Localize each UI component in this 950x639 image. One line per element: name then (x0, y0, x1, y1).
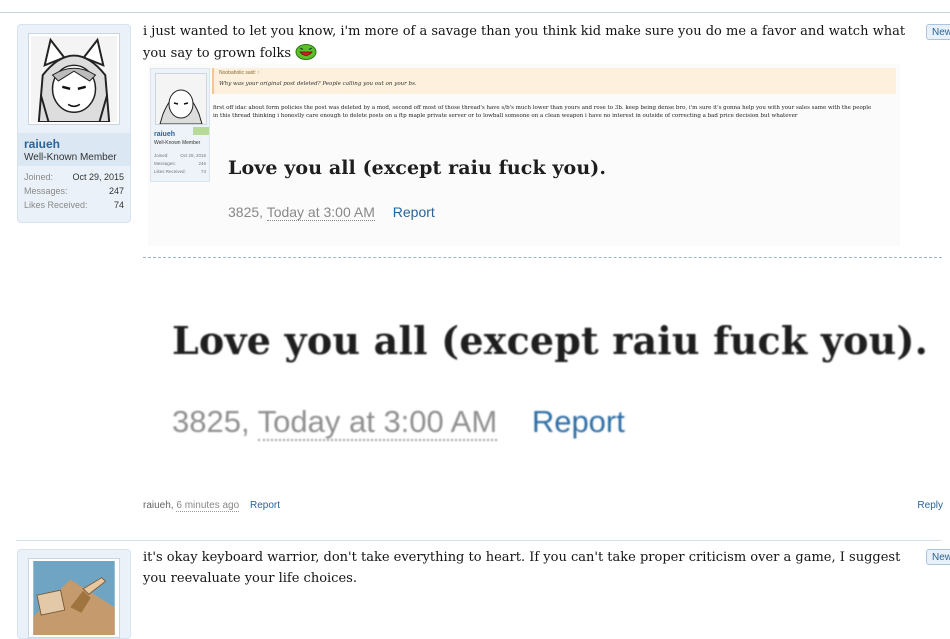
quote-author: Noobaholic said: ↑ (219, 70, 260, 76)
quote-text: Why was your original post deleted? Peop… (219, 81, 417, 87)
post-divider (16, 540, 941, 541)
embedded-headline: Love you all (except raiu fuck you). (228, 157, 607, 179)
zoomed-meta-time: Today at 3:00 AM (257, 404, 498, 441)
new-badge: New (926, 549, 950, 565)
embedded-stat: Joined: Oct 29, 2015 (154, 153, 206, 158)
zoomed-meta-id: 3825, (172, 404, 250, 439)
stat-joined: Joined: Oct 29, 2015 (24, 170, 124, 184)
report-link[interactable]: Report (250, 500, 280, 511)
user-title: Well-Known Member (24, 152, 117, 163)
embedded-stat-value: 246 (198, 161, 206, 166)
user-avatar[interactable] (28, 33, 120, 125)
avatar-anime-girl-icon (156, 74, 206, 125)
embedded-meta-id: 3825, (228, 204, 264, 220)
embedded-screenshot: raiueh Well-Known Member Joined: Oct 29, … (148, 64, 900, 246)
embedded-stat: Likes Received: 74 (154, 169, 206, 174)
embedded-body-text: first off idac about form policies the p… (213, 105, 872, 119)
embedded-quote: Noobaholic said: ↑ Why was your original… (212, 68, 896, 94)
embedded-stat: Messages: 246 (154, 161, 206, 166)
username-block: raiueh Well-Known Member (18, 133, 130, 166)
new-badge: New (926, 24, 950, 40)
footer-author-link[interactable]: raiueh, (143, 500, 174, 511)
stat-label: Messages: (24, 186, 68, 196)
stat-value: 74 (113, 200, 124, 210)
zoomed-report-link: Report (531, 404, 625, 439)
embedded-meta-time: Today at 3:00 AM (266, 204, 375, 221)
embedded-avatar (155, 73, 207, 125)
embedded-meta: 3825, Today at 3:00 AM Report (228, 204, 435, 221)
dashed-divider (143, 257, 942, 258)
stat-label: Likes Received: (24, 200, 88, 210)
post-message: it's okay keyboard warrior, don't take e… (143, 547, 923, 589)
green-laughing-smiley-icon (295, 44, 317, 60)
user-avatar[interactable] (28, 558, 120, 638)
embedded-stat-label: Messages: (154, 161, 176, 166)
user-stats: Joined: Oct 29, 2015 Messages: 247 Likes… (18, 166, 130, 218)
embedded-status-badge (193, 127, 209, 135)
post-footer: raiueh, 6 minutes ago Report Reply (143, 500, 943, 512)
reply-link[interactable]: Reply (917, 500, 943, 511)
user-card: raiueh Well-Known Member Joined: Oct 29,… (17, 24, 131, 223)
username-link[interactable]: raiueh (24, 137, 124, 151)
footer-timestamp[interactable]: 6 minutes ago (176, 500, 240, 512)
stat-likes: Likes Received: 74 (24, 198, 124, 212)
embedded-stat-value: 74 (200, 169, 206, 174)
message-text: it's okay keyboard warrior, don't take e… (143, 550, 901, 586)
stat-value: Oct 29, 2015 (72, 172, 124, 182)
embedded-user-card: raiueh Well-Known Member Joined: Oct 29, … (150, 68, 210, 182)
top-divider (0, 12, 950, 13)
embedded-stat-label: Joined: (154, 153, 169, 158)
post-message: i just wanted to let you know, i'm more … (143, 21, 923, 64)
embedded-username: raiueh (154, 131, 176, 138)
message-text: i just wanted to let you know, i'm more … (143, 24, 906, 61)
embedded-stat-label: Likes Received: (154, 169, 186, 174)
zoomed-headline: Love you all (except raiu fuck you). (172, 318, 929, 363)
embedded-stat-value: Oct 29, 2015 (180, 153, 206, 158)
embedded-user-title: Well-Known Member (154, 140, 201, 146)
stat-label: Joined: (24, 172, 54, 182)
stat-messages: Messages: 247 (24, 184, 124, 198)
avatar-anime-girl-icon (31, 36, 117, 122)
stat-value[interactable]: 247 (109, 184, 124, 198)
embedded-report-link: Report (392, 204, 435, 220)
avatar-pointing-hand-icon (33, 561, 115, 635)
zoomed-meta: 3825, Today at 3:00 AM Report (172, 404, 625, 441)
